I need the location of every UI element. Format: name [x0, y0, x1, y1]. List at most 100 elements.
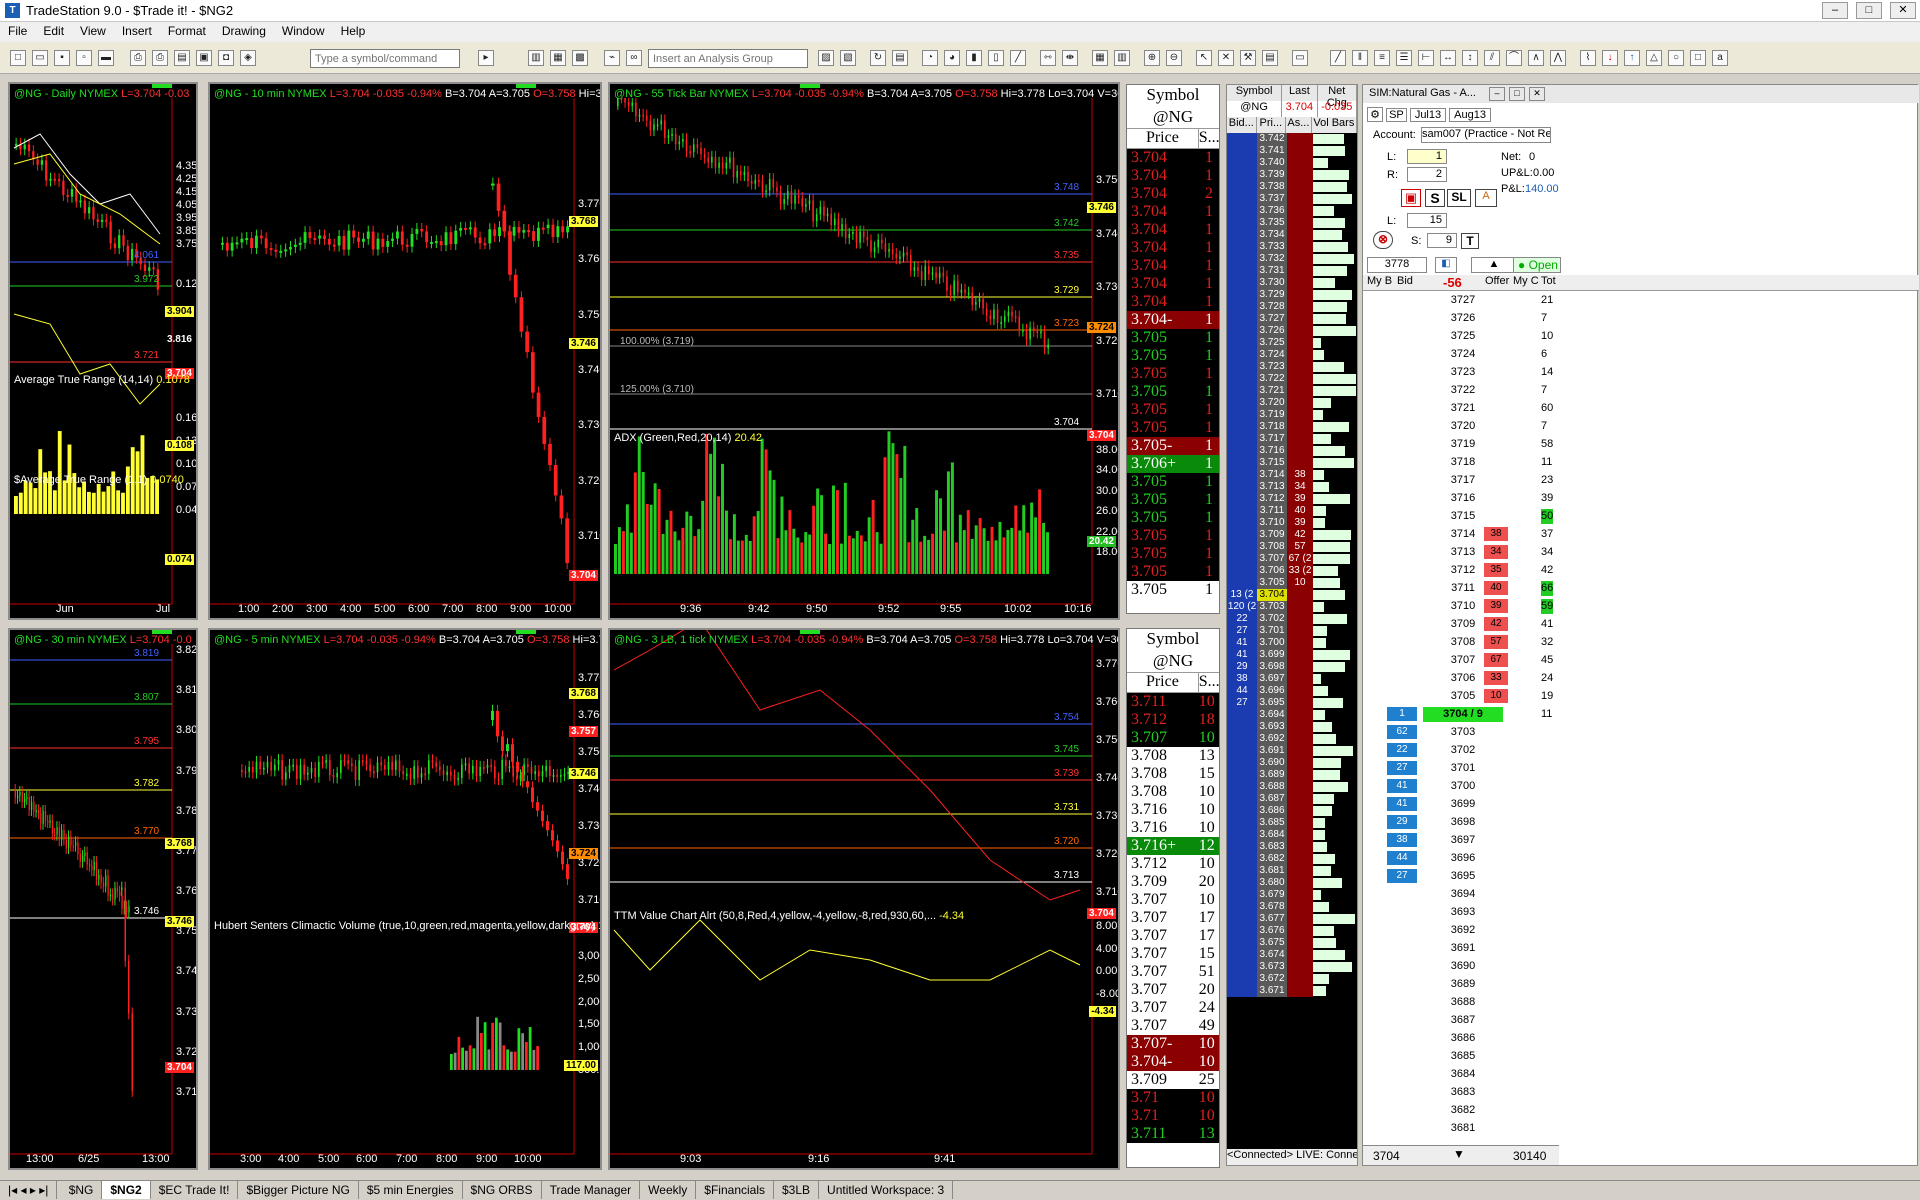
- arrow-ud-icon[interactable]: ↕: [1462, 50, 1478, 66]
- arc-icon[interactable]: ⌒: [1506, 50, 1522, 66]
- matrix-cell[interactable]: [1227, 901, 1257, 913]
- matrix-cell[interactable]: [1227, 469, 1257, 481]
- account-select[interactable]: sam007 (Practice - Not Reviewe: [1421, 127, 1551, 143]
- matrix-cell[interactable]: 33 (2: [1287, 565, 1313, 577]
- print-preview-icon[interactable]: ⎙: [152, 50, 168, 66]
- stop-loss-button[interactable]: SL: [1447, 189, 1471, 207]
- dom-price[interactable]: 3719: [1423, 437, 1503, 452]
- dom-price[interactable]: 3723: [1423, 365, 1503, 380]
- matrix-row[interactable]: 3.716: [1227, 445, 1357, 457]
- matrix-cell[interactable]: [1287, 745, 1313, 757]
- text-icon[interactable]: a: [1712, 50, 1728, 66]
- matrix-cell[interactable]: [1287, 793, 1313, 805]
- matrix-cell[interactable]: [1227, 349, 1257, 361]
- matrix-cell[interactable]: 3.687: [1257, 793, 1287, 805]
- radar-icon[interactable]: ▦: [550, 50, 566, 66]
- matrix-row[interactable]: 3.679: [1227, 889, 1357, 901]
- dom-price[interactable]: 3694: [1423, 887, 1503, 902]
- matrix-cell[interactable]: [1227, 373, 1257, 385]
- matrix-row[interactable]: 27 3.695: [1227, 697, 1357, 709]
- matrix-cell[interactable]: [1287, 889, 1313, 901]
- matrix-cell[interactable]: [1287, 409, 1313, 421]
- dom-bid-size[interactable]: 27: [1387, 761, 1417, 775]
- dom-row[interactable]: 3722 7: [1363, 383, 1919, 398]
- matrix-row[interactable]: 41 3.699: [1227, 649, 1357, 661]
- matrix-cell[interactable]: [1227, 445, 1257, 457]
- matrix-cell[interactable]: [1287, 817, 1313, 829]
- dom-row[interactable]: 3706 33 24: [1363, 671, 1919, 686]
- matrix-cell[interactable]: 3.725: [1257, 337, 1287, 349]
- dom-bid-size[interactable]: 44: [1387, 851, 1417, 865]
- scroll-up-icon[interactable]: ▲: [1471, 257, 1517, 273]
- matrix-cell[interactable]: 3.710: [1257, 517, 1287, 529]
- dom-price[interactable]: 3700: [1423, 779, 1503, 794]
- menu-edit[interactable]: Edit: [35, 22, 72, 40]
- matrix-cell[interactable]: 27: [1227, 697, 1257, 709]
- matrix-cell[interactable]: 3.690: [1257, 757, 1287, 769]
- matrix-row[interactable]: 38 3.697: [1227, 673, 1357, 685]
- matrix-cell[interactable]: 3.705: [1257, 577, 1287, 589]
- matrix-cell[interactable]: 3.739: [1257, 169, 1287, 181]
- scroll-down-icon[interactable]: ▼: [1453, 1147, 1465, 1161]
- dom-month-2[interactable]: Aug13: [1449, 108, 1491, 122]
- matrix-row[interactable]: 3.717: [1227, 433, 1357, 445]
- matrix-cell[interactable]: 38: [1227, 673, 1257, 685]
- matrix-row[interactable]: 3.734: [1227, 229, 1357, 241]
- matrix-cell[interactable]: [1287, 373, 1313, 385]
- matrix-cell[interactable]: [1287, 397, 1313, 409]
- matrix-cell[interactable]: [1287, 229, 1313, 241]
- triangle-icon[interactable]: △: [1646, 50, 1662, 66]
- ellipse-icon[interactable]: ○: [1668, 50, 1684, 66]
- matrix-cell[interactable]: [1287, 193, 1313, 205]
- matrix-row[interactable]: 3.712 39: [1227, 493, 1357, 505]
- matrix-cell[interactable]: [1227, 913, 1257, 925]
- matrix-cell[interactable]: [1227, 397, 1257, 409]
- stop-button[interactable]: S: [1425, 189, 1445, 207]
- grid-icon[interactable]: ▩: [572, 50, 588, 66]
- dom-price[interactable]: 3717: [1423, 473, 1503, 488]
- dom-row[interactable]: 3710 39 59: [1363, 599, 1919, 614]
- matrix-cell[interactable]: [1227, 961, 1257, 973]
- analysis-icon[interactable]: ▨: [818, 50, 834, 66]
- matrix-cell[interactable]: 3.737: [1257, 193, 1287, 205]
- matrix-cell[interactable]: [1227, 541, 1257, 553]
- matrix-row[interactable]: 3.671: [1227, 985, 1357, 997]
- dom-price[interactable]: 3720: [1423, 419, 1503, 434]
- dom-offer-size[interactable]: 67: [1484, 653, 1508, 667]
- matrix-cell[interactable]: 3.734: [1257, 229, 1287, 241]
- matrix-cell[interactable]: 3.727: [1257, 313, 1287, 325]
- dom-price[interactable]: 3696: [1423, 851, 1503, 866]
- lock-icon[interactable]: ◘: [218, 50, 234, 66]
- matrix-row[interactable]: 3.739: [1227, 169, 1357, 181]
- matrix-cell[interactable]: 3.692: [1257, 733, 1287, 745]
- matrix-cell[interactable]: [1287, 133, 1313, 145]
- dom-bid-size[interactable]: 29: [1387, 815, 1417, 829]
- matrix-cell[interactable]: [1227, 205, 1257, 217]
- matrix-cell[interactable]: [1227, 877, 1257, 889]
- tab-ng-orbs[interactable]: $NG ORBS: [463, 1181, 542, 1199]
- matrix-cell[interactable]: 41: [1227, 637, 1257, 649]
- matrix-cell[interactable]: 10: [1287, 577, 1313, 589]
- matrix-cell[interactable]: [1287, 385, 1313, 397]
- plugin-icon[interactable]: ◈: [240, 50, 256, 66]
- matrix-cell[interactable]: 3.740: [1257, 157, 1287, 169]
- dom-offer-size[interactable]: 33: [1484, 671, 1508, 685]
- matrix-cell[interactable]: [1287, 781, 1313, 793]
- matrix-cell[interactable]: [1227, 505, 1257, 517]
- dom-offer-size[interactable]: 57: [1484, 635, 1508, 649]
- matrix-row[interactable]: 44 3.696: [1227, 685, 1357, 697]
- chart-10min[interactable]: @NG - 10 min NYMEX L=3.704 -0.035 -0.94%…: [208, 82, 602, 620]
- window-icon[interactable]: ▤: [174, 50, 190, 66]
- dom-row[interactable]: 3724 6: [1363, 347, 1919, 362]
- matrix-row[interactable]: 3.685: [1227, 817, 1357, 829]
- matrix-symbol-row[interactable]: @NG 3.704 -0.035: [1227, 101, 1357, 117]
- tools-icon[interactable]: ✕: [1218, 50, 1234, 66]
- matrix-cell[interactable]: [1227, 829, 1257, 841]
- dom-bid-size[interactable]: 1: [1387, 707, 1417, 721]
- matrix-cell[interactable]: 42: [1287, 529, 1313, 541]
- matrix-cell[interactable]: [1227, 169, 1257, 181]
- dom-row[interactable]: 3723 14: [1363, 365, 1919, 380]
- cancel-all-icon[interactable]: ⊗: [1373, 231, 1393, 249]
- matrix-cell[interactable]: [1287, 685, 1313, 697]
- matrix-cell[interactable]: [1227, 229, 1257, 241]
